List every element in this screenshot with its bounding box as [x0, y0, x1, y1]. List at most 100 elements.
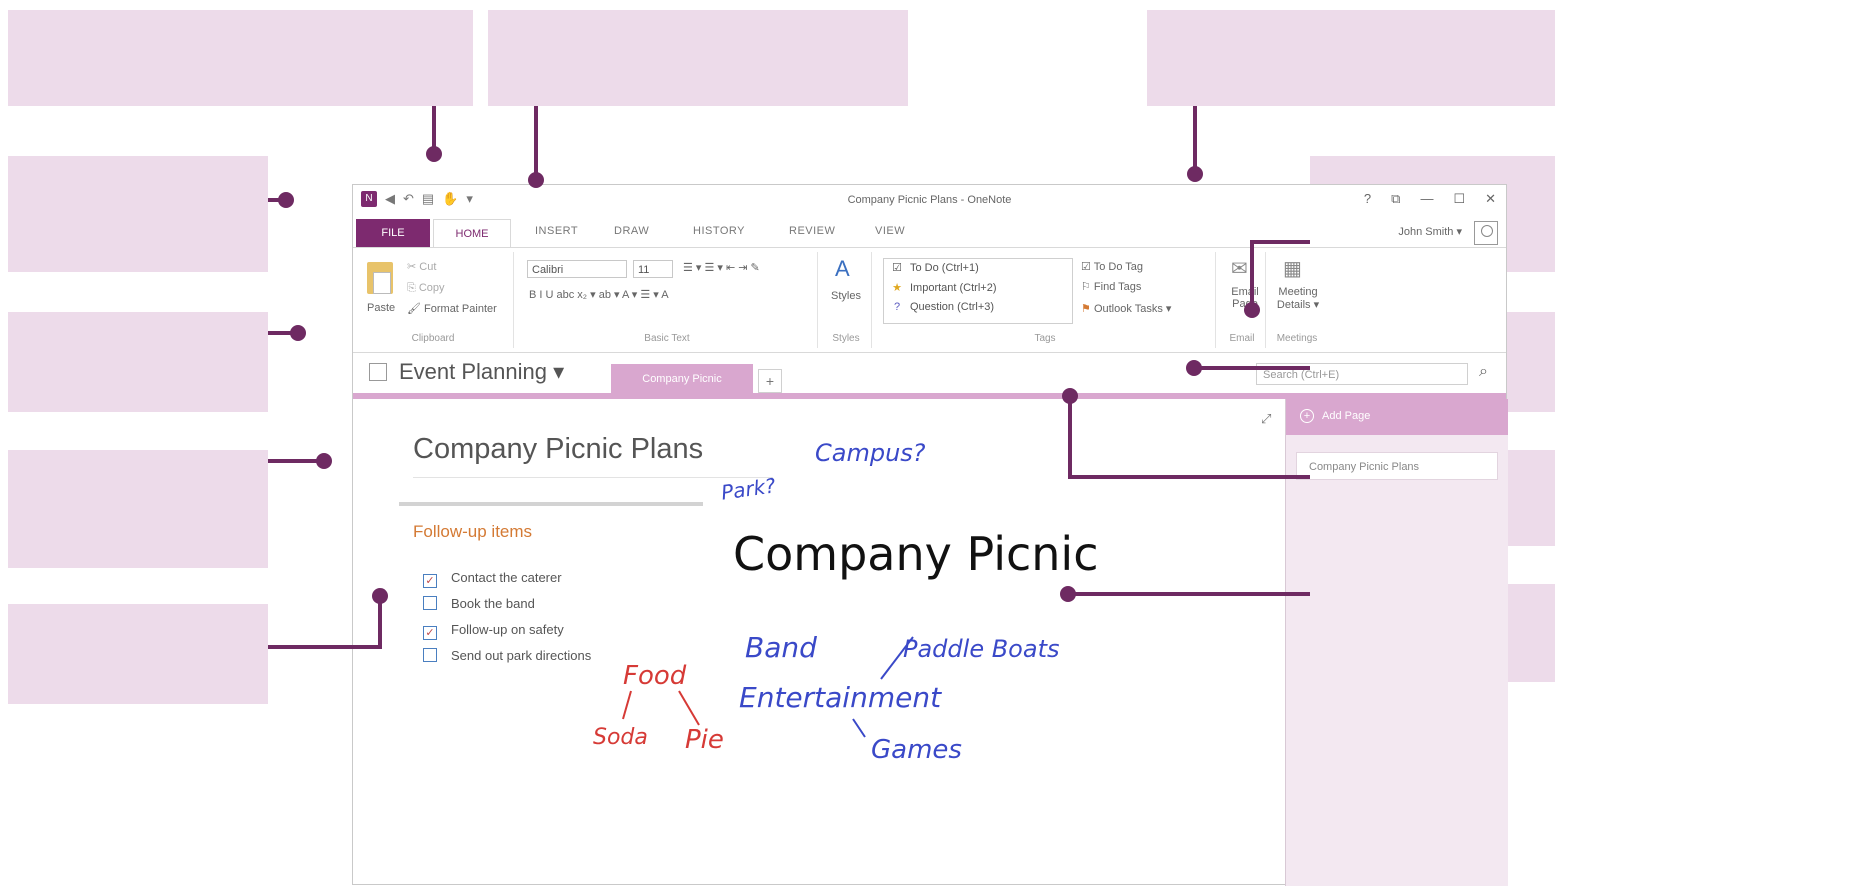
star-icon: ★ — [892, 282, 902, 294]
callout-line — [268, 331, 292, 335]
callout-line — [1068, 396, 1072, 479]
todo-tag-button[interactable]: ☑ To Do Tag — [1081, 260, 1143, 273]
cut-label: Cut — [419, 261, 437, 273]
callout-line — [1070, 592, 1310, 596]
copy-button[interactable]: ⎘ Copy — [407, 282, 445, 295]
outlook-tasks-button[interactable]: ⚑ Outlook Tasks ▾ — [1081, 302, 1171, 315]
todo-tag-icon: ☑ — [892, 262, 902, 274]
callout-line — [1250, 240, 1254, 308]
format-painter-button[interactable]: 🖌 Format Painter — [407, 302, 497, 315]
callout-dot — [372, 588, 388, 604]
group-email: ✉ Email Page Email — [1219, 252, 1266, 348]
tab-view[interactable]: VIEW — [875, 225, 905, 237]
tag-question-label: Question (Ctrl+3) — [910, 301, 995, 313]
onenote-window: N ◀ ↶ ▤ ✋ ▾ Company Picnic Plans - OneNo… — [352, 184, 1508, 886]
tab-insert[interactable]: INSERT — [535, 225, 578, 237]
outlook-tasks-label: Outlook Tasks ▾ — [1093, 303, 1172, 315]
help-icon[interactable]: ? — [1364, 191, 1371, 207]
plus-circle-icon: + — [1300, 409, 1314, 423]
callout-box-left-2 — [8, 312, 268, 412]
callout-dot — [1187, 166, 1203, 182]
find-tags-button[interactable]: ⚐ Find Tags — [1081, 280, 1141, 293]
callout-line — [1068, 475, 1310, 479]
tag-question[interactable]: ? Question (Ctrl+3) — [890, 301, 994, 313]
page-canvas[interactable]: Company Picnic Plans ⤢ Follow-up items ✓… — [353, 399, 1285, 886]
format-painter-label: Format Painter — [424, 303, 497, 315]
cut-button[interactable]: ✂ Cut — [407, 260, 436, 273]
group-clipboard: Paste ✂ Cut ⎘ Copy 🖌 Format Painter Clip… — [353, 252, 514, 348]
callout-line — [1193, 106, 1197, 170]
window-controls: ? ⧉ — ☐ ✕ — [1364, 191, 1496, 207]
callout-line — [1196, 366, 1310, 370]
avatar[interactable] — [1474, 221, 1498, 245]
callout-box-top-center — [488, 10, 908, 106]
tab-review[interactable]: REVIEW — [789, 225, 835, 237]
tags-gallery[interactable]: ☑ To Do (Ctrl+1) ★ Important (Ctrl+2) ? Que… — [883, 258, 1073, 324]
page-tab-company-picnic-plans[interactable]: Company Picnic Plans — [1296, 452, 1498, 480]
tab-file[interactable]: FILE — [356, 219, 430, 247]
callout-dot — [290, 325, 306, 341]
user-account[interactable]: John Smith ▾ — [1398, 225, 1462, 238]
callout-line — [1250, 240, 1310, 244]
minimize-icon[interactable]: — — [1420, 191, 1433, 207]
paste-icon[interactable] — [367, 262, 393, 294]
styles-group-label: Styles — [832, 333, 860, 344]
email-icon[interactable]: ✉ — [1231, 256, 1248, 281]
section-tab-company-picnic[interactable]: Company Picnic — [611, 364, 753, 394]
page-tabs-pane: + Add Page Company Picnic Plans — [1285, 399, 1508, 886]
group-basic-text: Calibri 11 ☰ ▾ ☰ ▾ ⇤ ⇥ ✎ B I U abc x₂ ▾ … — [517, 252, 818, 348]
title-bar: N ◀ ↶ ▤ ✋ ▾ Company Picnic Plans - OneNo… — [353, 185, 1506, 217]
text-format-controls[interactable]: B I U abc x₂ ▾ ab ▾ A ▾ ☰ ▾ A — [529, 288, 669, 301]
paste-button[interactable]: Paste — [367, 302, 395, 314]
group-meetings: ▦ Meeting Details ▾ Meetings — [1267, 252, 1327, 348]
callout-line — [268, 459, 320, 463]
callout-dot — [1062, 388, 1078, 404]
clipboard-group-label: Clipboard — [411, 333, 455, 344]
maximize-icon[interactable]: ☐ — [1453, 191, 1465, 207]
tag-important-label: Important (Ctrl+2) — [910, 282, 997, 294]
notebook-bar: Event Planning ▾ Company Picnic + Search… — [353, 353, 1506, 394]
ink-connector-strokes — [622, 636, 914, 738]
callout-dot — [316, 453, 332, 469]
callout-line — [268, 645, 382, 649]
callout-dot — [1244, 302, 1260, 318]
tab-history[interactable]: HISTORY — [693, 225, 745, 237]
callout-dot — [528, 172, 544, 188]
notebook-dropdown[interactable]: Event Planning ▾ — [399, 359, 564, 385]
add-section-button[interactable]: + — [758, 369, 782, 393]
callout-box-top-right — [1147, 10, 1555, 106]
ribbon-display-icon[interactable]: ⧉ — [1391, 191, 1400, 207]
close-icon[interactable]: ✕ — [1485, 191, 1496, 207]
group-tags: ☑ To Do (Ctrl+1) ★ Important (Ctrl+2) ? Que… — [875, 252, 1216, 348]
meetings-group-label: Meetings — [1276, 333, 1318, 344]
callout-dot — [1186, 360, 1202, 376]
callout-box-left-4 — [8, 604, 268, 704]
callout-box-left-1 — [8, 156, 268, 272]
callout-box-top-left — [8, 10, 473, 106]
basic-text-group-label: Basic Text — [644, 333, 690, 344]
ribbon-tabs: FILE HOME INSERT DRAW HISTORY REVIEW VIE… — [353, 219, 1506, 247]
add-page-button[interactable]: + Add Page — [1286, 399, 1508, 435]
group-styles: A Styles Styles — [821, 252, 872, 348]
list-indent-controls[interactable]: ☰ ▾ ☰ ▾ ⇤ ⇥ ✎ — [683, 261, 760, 274]
copy-label: Copy — [418, 282, 445, 294]
styles-icon[interactable]: A — [835, 256, 850, 282]
font-name-field[interactable]: Calibri — [527, 260, 627, 278]
styles-button[interactable]: Styles — [831, 290, 861, 302]
tag-todo-label: To Do (Ctrl+1) — [910, 262, 979, 274]
calendar-icon[interactable]: ▦ — [1283, 256, 1302, 281]
flag-icon: ⚑ — [1081, 303, 1091, 315]
meeting-details-button[interactable]: Meeting Details ▾ — [1273, 286, 1323, 311]
tab-draw[interactable]: DRAW — [614, 225, 649, 237]
font-size-field[interactable]: 11 — [633, 260, 673, 278]
ribbon-home: Paste ✂ Cut ⎘ Copy 🖌 Format Painter Clip… — [353, 247, 1506, 353]
tag-todo[interactable]: ☑ To Do (Ctrl+1) — [890, 261, 979, 274]
callout-line — [534, 106, 538, 176]
tags-group-label: Tags — [1034, 333, 1056, 344]
tab-home[interactable]: HOME — [433, 219, 511, 247]
callout-dot — [278, 192, 294, 208]
callout-dot — [426, 146, 442, 162]
search-icon[interactable]: ⌕ — [1479, 363, 1488, 381]
tag-important[interactable]: ★ Important (Ctrl+2) — [890, 281, 997, 294]
email-group-label: Email — [1229, 333, 1255, 344]
